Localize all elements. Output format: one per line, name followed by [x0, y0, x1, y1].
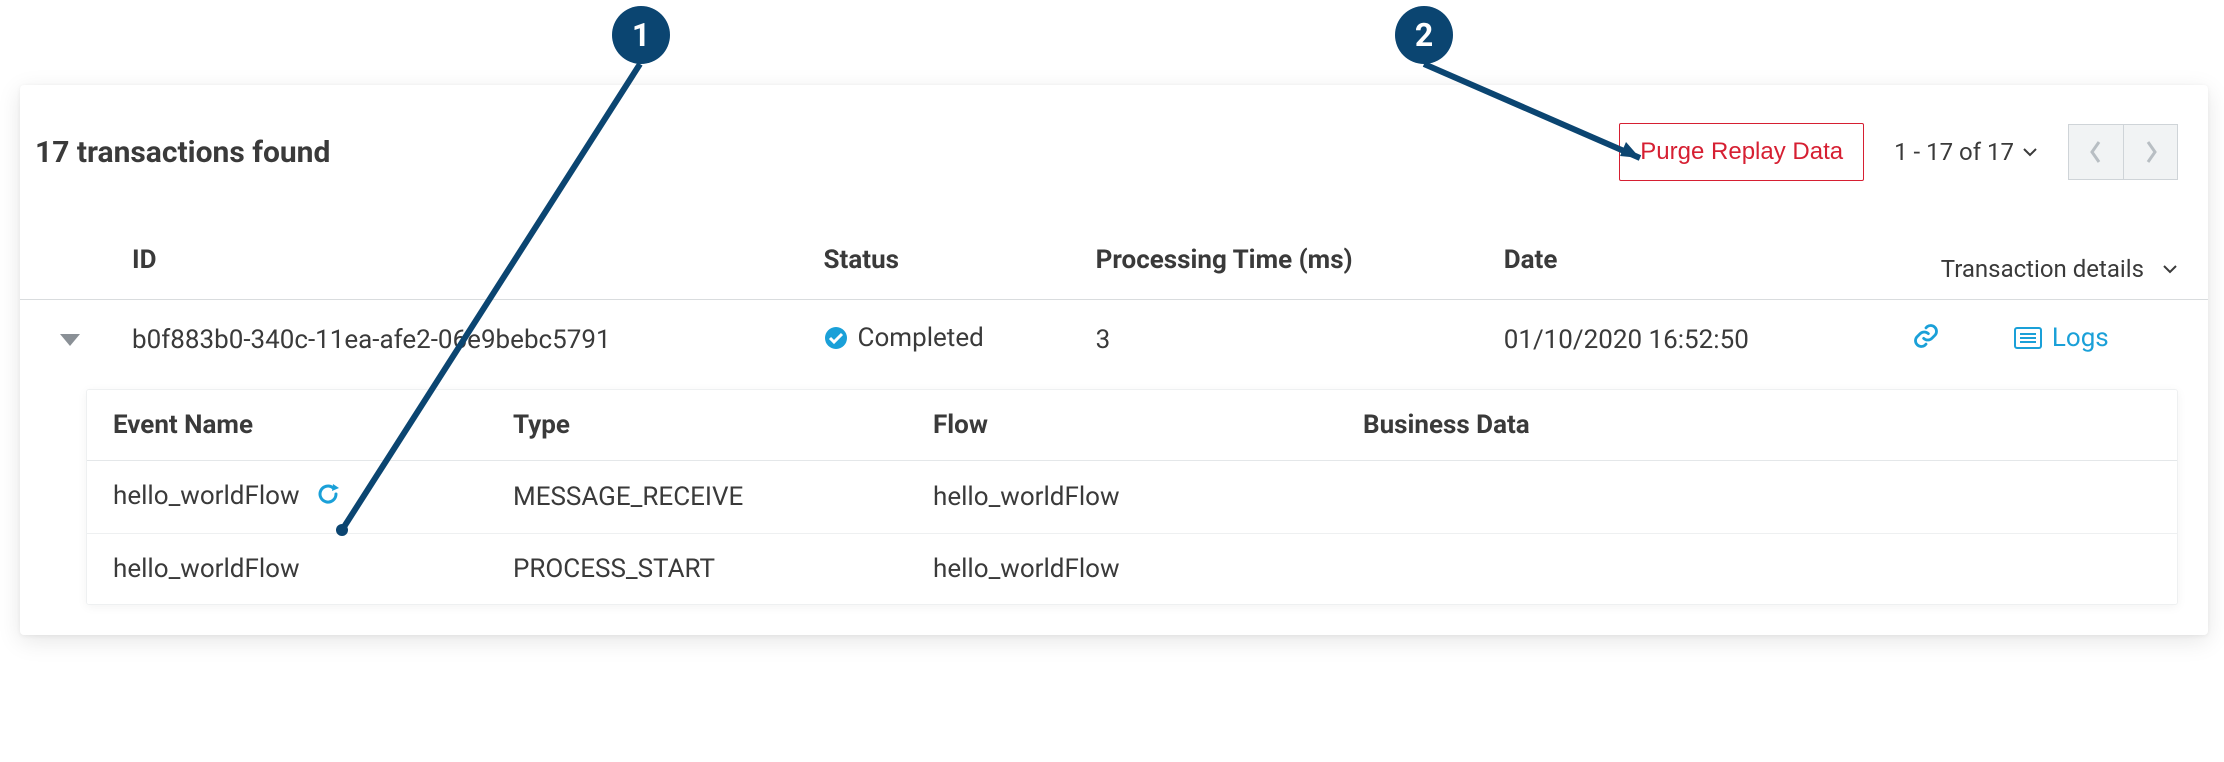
annotation-line-2 [1420, 60, 1680, 180]
pager-next-button[interactable] [2123, 125, 2177, 179]
cell-date: 01/10/2020 16:52:50 [1494, 300, 1902, 380]
event-bdata [1337, 533, 2177, 604]
transaction-details-toggle[interactable]: Transaction details [1941, 255, 2178, 283]
transaction-details-label: Transaction details [1941, 255, 2144, 283]
chevron-left-icon [2088, 139, 2104, 165]
check-circle-icon [824, 326, 848, 350]
event-name: hello_worldFlow [87, 533, 487, 604]
annotation-number: 1 [632, 16, 650, 54]
annotation-badge-1: 1 [612, 6, 670, 64]
pager-range-text: 1 - 17 of 17 [1894, 138, 2014, 166]
event-bdata [1337, 461, 2177, 534]
cell-ptime: 3 [1086, 300, 1494, 380]
annotation-number: 2 [1415, 16, 1433, 54]
event-type: PROCESS_START [487, 533, 907, 604]
cell-status: Completed [824, 323, 984, 353]
pager-range-dropdown[interactable]: 1 - 17 of 17 [1894, 138, 2038, 166]
chevron-down-icon [2022, 144, 2038, 160]
page-title: 17 transactions found [35, 135, 1619, 170]
transaction-link-button[interactable] [1912, 327, 1940, 357]
col-date: Date [1494, 221, 1902, 300]
col-ptime: Processing Time (ms) [1086, 221, 1494, 300]
pager-prev-button[interactable] [2069, 125, 2123, 179]
event-flow: hello_worldFlow [907, 461, 1337, 534]
status-text: Completed [858, 323, 984, 353]
annotation-badge-2: 2 [1395, 6, 1453, 64]
event-name: hello_worldFlow [113, 481, 300, 511]
col-flow: Flow [907, 390, 1337, 461]
logs-label: Logs [2052, 323, 2109, 353]
row-expander[interactable] [60, 325, 80, 355]
col-status: Status [814, 221, 1086, 300]
chevron-right-icon [2143, 139, 2159, 165]
pager-nav [2068, 124, 2178, 180]
annotation-line-1 [330, 60, 650, 540]
link-icon [1912, 322, 1940, 350]
event-flow: hello_worldFlow [907, 533, 1337, 604]
chevron-down-icon [2162, 261, 2178, 277]
subtable-row: hello_worldFlow PROCESS_START hello_worl… [87, 533, 2177, 604]
caret-down-icon [60, 334, 80, 348]
logs-link[interactable]: Logs [2014, 323, 2109, 353]
col-bdata: Business Data [1337, 390, 2177, 461]
list-icon [2014, 327, 2042, 349]
